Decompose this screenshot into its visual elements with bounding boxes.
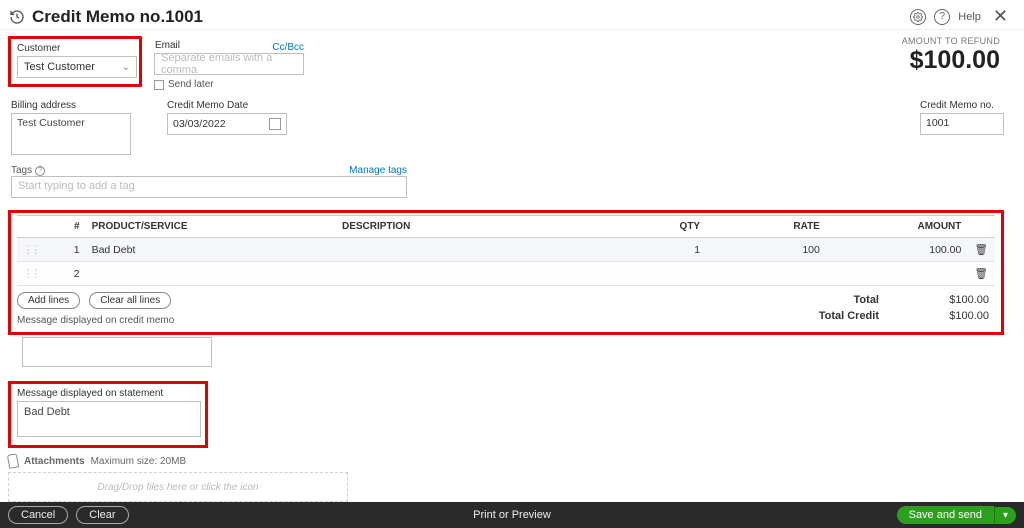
help-tags-icon[interactable]: ? — [35, 166, 45, 176]
save-dropdown-button[interactable]: ▾ — [994, 507, 1016, 524]
line-amount[interactable] — [826, 262, 968, 286]
customer-select[interactable]: Test Customer ⌄ — [17, 56, 137, 78]
page-title: Credit Memo no.1001 — [32, 7, 203, 27]
chevron-down-icon: ⌄ — [122, 62, 130, 73]
credit-memo-date[interactable]: 03/03/2022 — [167, 113, 287, 135]
save-and-send-button[interactable]: Save and send — [897, 506, 994, 524]
send-later-label: Send later — [168, 79, 214, 90]
tags-label: Tags ? — [11, 165, 45, 176]
docno-value: 1001 — [926, 117, 949, 129]
docno-label: Credit Memo no. — [920, 100, 1004, 111]
calendar-icon — [269, 118, 281, 130]
drag-handle-icon[interactable] — [23, 244, 38, 256]
tags-input[interactable]: Start typing to add a tag — [11, 176, 407, 198]
attachments-label: Attachments — [24, 456, 85, 467]
add-lines-button[interactable]: Add lines — [17, 292, 80, 309]
memo-message-input[interactable] — [22, 337, 212, 367]
billing-value: Test Customer — [17, 117, 85, 129]
line-num: 1 — [46, 238, 85, 262]
total-label: Total — [769, 294, 879, 306]
line-num: 2 — [46, 262, 85, 286]
send-later-checkbox[interactable] — [154, 80, 164, 90]
billing-address[interactable]: Test Customer — [11, 113, 131, 155]
paperclip-icon[interactable] — [7, 453, 19, 469]
clear-button[interactable]: Clear — [76, 506, 128, 524]
line-rate[interactable] — [706, 262, 826, 286]
attachments-dropzone[interactable]: Drag/Drop files here or click the icon — [8, 472, 348, 502]
billing-label: Billing address — [11, 100, 131, 111]
statement-message-input[interactable]: Bad Debt — [17, 401, 201, 437]
line-items-table: # PRODUCT/SERVICE DESCRIPTION QTY RATE A… — [17, 215, 995, 286]
history-icon[interactable] — [8, 8, 26, 26]
line-description[interactable] — [336, 238, 586, 262]
tags-placeholder: Start typing to add a tag — [18, 180, 135, 192]
statement-message-value: Bad Debt — [24, 406, 70, 418]
email-placeholder: Separate emails with a comma — [161, 52, 297, 76]
line-product[interactable] — [86, 262, 336, 286]
dropzone-text: Drag/Drop files here or click the icon — [97, 482, 258, 493]
print-preview-link[interactable]: Print or Preview — [473, 509, 551, 521]
line-rate[interactable]: 100 — [706, 238, 826, 262]
help-label[interactable]: Help — [958, 11, 981, 23]
customer-label: Customer — [17, 43, 133, 54]
col-qty: QTY — [586, 216, 706, 238]
date-value: 03/03/2022 — [173, 118, 226, 130]
line-qty[interactable]: 1 — [586, 238, 706, 262]
line-description[interactable] — [336, 262, 586, 286]
col-product: PRODUCT/SERVICE — [86, 216, 336, 238]
col-num: # — [46, 216, 85, 238]
gear-icon[interactable] — [910, 9, 926, 25]
close-icon[interactable]: ✕ — [989, 6, 1012, 27]
date-label: Credit Memo Date — [167, 100, 287, 111]
total-credit-value: $100.00 — [919, 310, 989, 322]
manage-tags-link[interactable]: Manage tags — [349, 165, 407, 176]
amount-value: $100.00 — [902, 46, 1000, 75]
memo-message-label: Message displayed on credit memo — [17, 315, 177, 326]
email-input[interactable]: Separate emails with a comma — [154, 53, 304, 75]
col-amount: AMOUNT — [826, 216, 968, 238]
total-credit-label: Total Credit — [769, 310, 879, 322]
delete-line-icon[interactable]: 🗑 — [967, 262, 995, 286]
amount-label: AMOUNT TO REFUND — [902, 36, 1000, 46]
col-description: DESCRIPTION — [336, 216, 586, 238]
clear-lines-button[interactable]: Clear all lines — [89, 292, 171, 309]
drag-handle-icon[interactable] — [23, 268, 38, 280]
customer-value: Test Customer — [24, 61, 95, 73]
delete-line-icon[interactable]: 🗑 — [967, 238, 995, 262]
table-row[interactable]: 2 🗑 — [17, 262, 995, 286]
credit-memo-number[interactable]: 1001 — [920, 113, 1004, 135]
table-row[interactable]: 1 Bad Debt 1 100 100.00 🗑 — [17, 238, 995, 262]
line-product[interactable]: Bad Debt — [86, 238, 336, 262]
help-icon[interactable]: ? — [934, 9, 950, 25]
line-qty[interactable] — [586, 262, 706, 286]
statement-message-label: Message displayed on statement — [17, 388, 199, 399]
email-label: Email — [155, 40, 180, 51]
cancel-button[interactable]: Cancel — [8, 506, 68, 524]
line-amount[interactable]: 100.00 — [826, 238, 968, 262]
attachments-hint: Maximum size: 20MB — [91, 456, 187, 467]
total-value: $100.00 — [919, 294, 989, 306]
col-rate: RATE — [706, 216, 826, 238]
